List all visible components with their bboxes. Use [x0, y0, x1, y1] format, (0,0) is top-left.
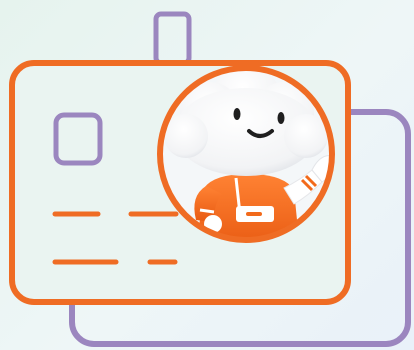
mascot-right-eye — [277, 112, 285, 124]
mascot-left-eye — [233, 108, 241, 120]
lanyard-clip-icon — [153, 11, 192, 66]
illustration-canvas — [9, 11, 411, 347]
id-card-illustration — [0, 0, 414, 350]
